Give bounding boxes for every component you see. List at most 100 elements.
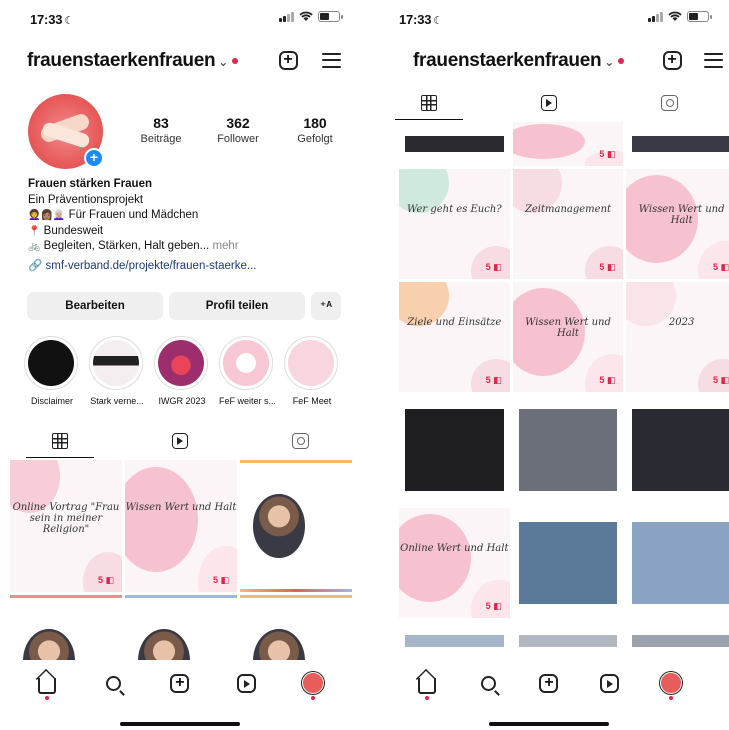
post-thumbnail[interactable]: Online Vortrag "Frau sein in meiner Reli…: [10, 460, 122, 592]
story-highlights: Disclaimer Stark verne... IWGR 2023 FeF …: [24, 336, 360, 406]
post-thumbnail[interactable]: [125, 595, 237, 660]
post-thumbnail[interactable]: Wer geht es Euch? 5 ◧: [399, 169, 510, 279]
profile-header: frauenstaerkenfrauen ⌄ +: [369, 46, 729, 78]
highlight-label: FeF weiter s...: [219, 396, 275, 406]
create-button[interactable]: +: [661, 49, 683, 71]
highlight-item[interactable]: Stark verne...: [89, 336, 145, 406]
tab-tagged[interactable]: [240, 424, 360, 458]
nav-search[interactable]: [471, 668, 505, 698]
post-thumbnail[interactable]: [626, 508, 729, 618]
stat-label: Follower: [217, 133, 259, 145]
profile-link[interactable]: 🔗 smf-verband.de/projekte/frauen-staerke…: [28, 259, 348, 275]
post-thumbnail[interactable]: [512, 508, 624, 618]
reels-icon: [600, 673, 620, 693]
nav-profile[interactable]: [654, 668, 688, 700]
post-thumbnail[interactable]: [626, 395, 729, 505]
stat-following[interactable]: 180 Gefolgt: [284, 115, 346, 145]
post-thumbnail[interactable]: Zeitmanagement 5 ◧: [512, 169, 624, 279]
highlight-item[interactable]: FeF weiter s...: [219, 336, 275, 406]
notification-dot: [232, 57, 239, 64]
profile-actions: Bearbeiten Profil teilen ⁺ᴬ: [27, 292, 348, 320]
nav-reels[interactable]: [593, 668, 627, 698]
posts-grid: 5 ◧ Wer geht es Euch? 5 ◧ Zeitmanagement 5 ◧…: [399, 122, 729, 664]
post-thumbnail[interactable]: 5 ◧: [512, 122, 624, 166]
notification-dot: [618, 57, 625, 64]
nav-reels[interactable]: [229, 668, 263, 698]
menu-button[interactable]: [320, 49, 342, 71]
brand-logo-icon: 5 ◧: [212, 575, 229, 585]
post-thumbnail[interactable]: Wissen Wert und Halt 5 ◧: [512, 282, 624, 392]
signal-icon: [648, 11, 663, 22]
username-switcher[interactable]: frauenstaerkenfrauen ⌄: [413, 50, 625, 72]
link-icon: 🔗: [28, 259, 43, 272]
post-thumbnail[interactable]: [240, 460, 352, 592]
more-link[interactable]: mehr: [212, 240, 238, 252]
create-button[interactable]: +: [277, 49, 299, 71]
post-thumbnail[interactable]: [399, 621, 510, 661]
grid-icon: [421, 95, 437, 111]
bottom-nav: +: [369, 664, 729, 702]
edit-profile-button[interactable]: Bearbeiten: [27, 292, 163, 320]
post-thumbnail[interactable]: [626, 621, 729, 661]
tab-posts[interactable]: [369, 86, 489, 120]
highlight-cover: [28, 340, 74, 386]
post-title: Online Vortrag "Frau sein in meiner Reli…: [12, 502, 120, 536]
tab-reels[interactable]: [120, 424, 240, 458]
status-icons: [648, 11, 712, 22]
profile-bio: Frauen stärken Frauen Ein Präventionspro…: [28, 177, 348, 274]
tab-posts[interactable]: [0, 424, 120, 458]
brand-logo-icon: 5 ◧: [485, 375, 502, 385]
menu-button[interactable]: [702, 49, 724, 71]
battery-icon: [318, 11, 343, 22]
post-title: Zeitmanagement: [524, 204, 612, 216]
highlight-item[interactable]: Disclaimer: [24, 336, 80, 406]
highlight-cover: [93, 340, 139, 386]
post-thumbnail[interactable]: Ziele und Einsätze 5 ◧: [399, 282, 510, 392]
post-thumbnail[interactable]: [399, 122, 510, 166]
nav-profile[interactable]: [296, 668, 330, 700]
notification-dot: [668, 696, 673, 700]
add-person-button[interactable]: ⁺ᴬ: [311, 292, 341, 320]
reels-icon: [236, 673, 256, 693]
post-thumbnail[interactable]: Wissen Wert und Halt 5 ◧: [626, 169, 729, 279]
add-story-icon[interactable]: +: [84, 148, 104, 168]
bio-line: Ein Präventionsprojekt: [28, 193, 144, 206]
chevron-down-icon: ⌄: [604, 55, 615, 69]
nav-create[interactable]: +: [532, 668, 566, 698]
stat-number: 362: [226, 115, 250, 131]
post-thumbnail[interactable]: [512, 395, 624, 505]
post-thumbnail[interactable]: [512, 621, 624, 661]
nav-home[interactable]: [30, 668, 64, 700]
post-thumbnail[interactable]: [10, 595, 122, 660]
nav-create[interactable]: +: [163, 668, 197, 698]
nav-home[interactable]: [410, 668, 444, 700]
post-thumbnail[interactable]: [626, 122, 729, 166]
post-thumbnail[interactable]: [399, 395, 510, 505]
moon-icon: ☾: [64, 15, 74, 27]
highlight-item[interactable]: IWGR 2023: [154, 336, 210, 406]
post-thumbnail[interactable]: Online Wert und Halt 5 ◧: [399, 508, 510, 618]
username-switcher[interactable]: frauenstaerkenfrauen ⌄: [27, 50, 239, 72]
share-profile-button[interactable]: Profil teilen: [169, 292, 305, 320]
posts-grid: Online Vortrag "Frau sein in meiner Reli…: [10, 460, 352, 660]
bio-line: 📍 Bundesweit: [28, 224, 104, 237]
post-title: Online Wert und Halt: [400, 543, 509, 555]
stat-posts[interactable]: 83 Beiträge: [130, 115, 192, 145]
highlight-cover: [223, 340, 269, 386]
stat-followers[interactable]: 362 Follower: [207, 115, 269, 145]
highlight-item[interactable]: FeF Meet: [284, 336, 340, 406]
post-thumbnail[interactable]: [240, 595, 352, 660]
tab-tagged[interactable]: [609, 86, 729, 120]
add-icon: +: [170, 673, 190, 693]
content-tabs: [369, 86, 729, 120]
profile-screen: 17:33 ☾ frauenstaerkenfrauen ⌄ + + 83 Beitr…: [0, 0, 360, 730]
status-time: 17:33 ☾: [30, 12, 74, 27]
nav-search[interactable]: [97, 668, 131, 698]
post-thumbnail[interactable]: 2023 5 ◧: [626, 282, 729, 392]
post-thumbnail[interactable]: Wissen Wert und Halt 5 ◧: [125, 460, 237, 592]
profile-name: Frauen stärken Frauen: [28, 178, 152, 190]
content-tabs: [0, 424, 360, 458]
tab-reels[interactable]: [489, 86, 609, 120]
status-bar: 17:33 ☾: [0, 0, 360, 38]
brand-logo-icon: 5 ◧: [599, 149, 616, 159]
